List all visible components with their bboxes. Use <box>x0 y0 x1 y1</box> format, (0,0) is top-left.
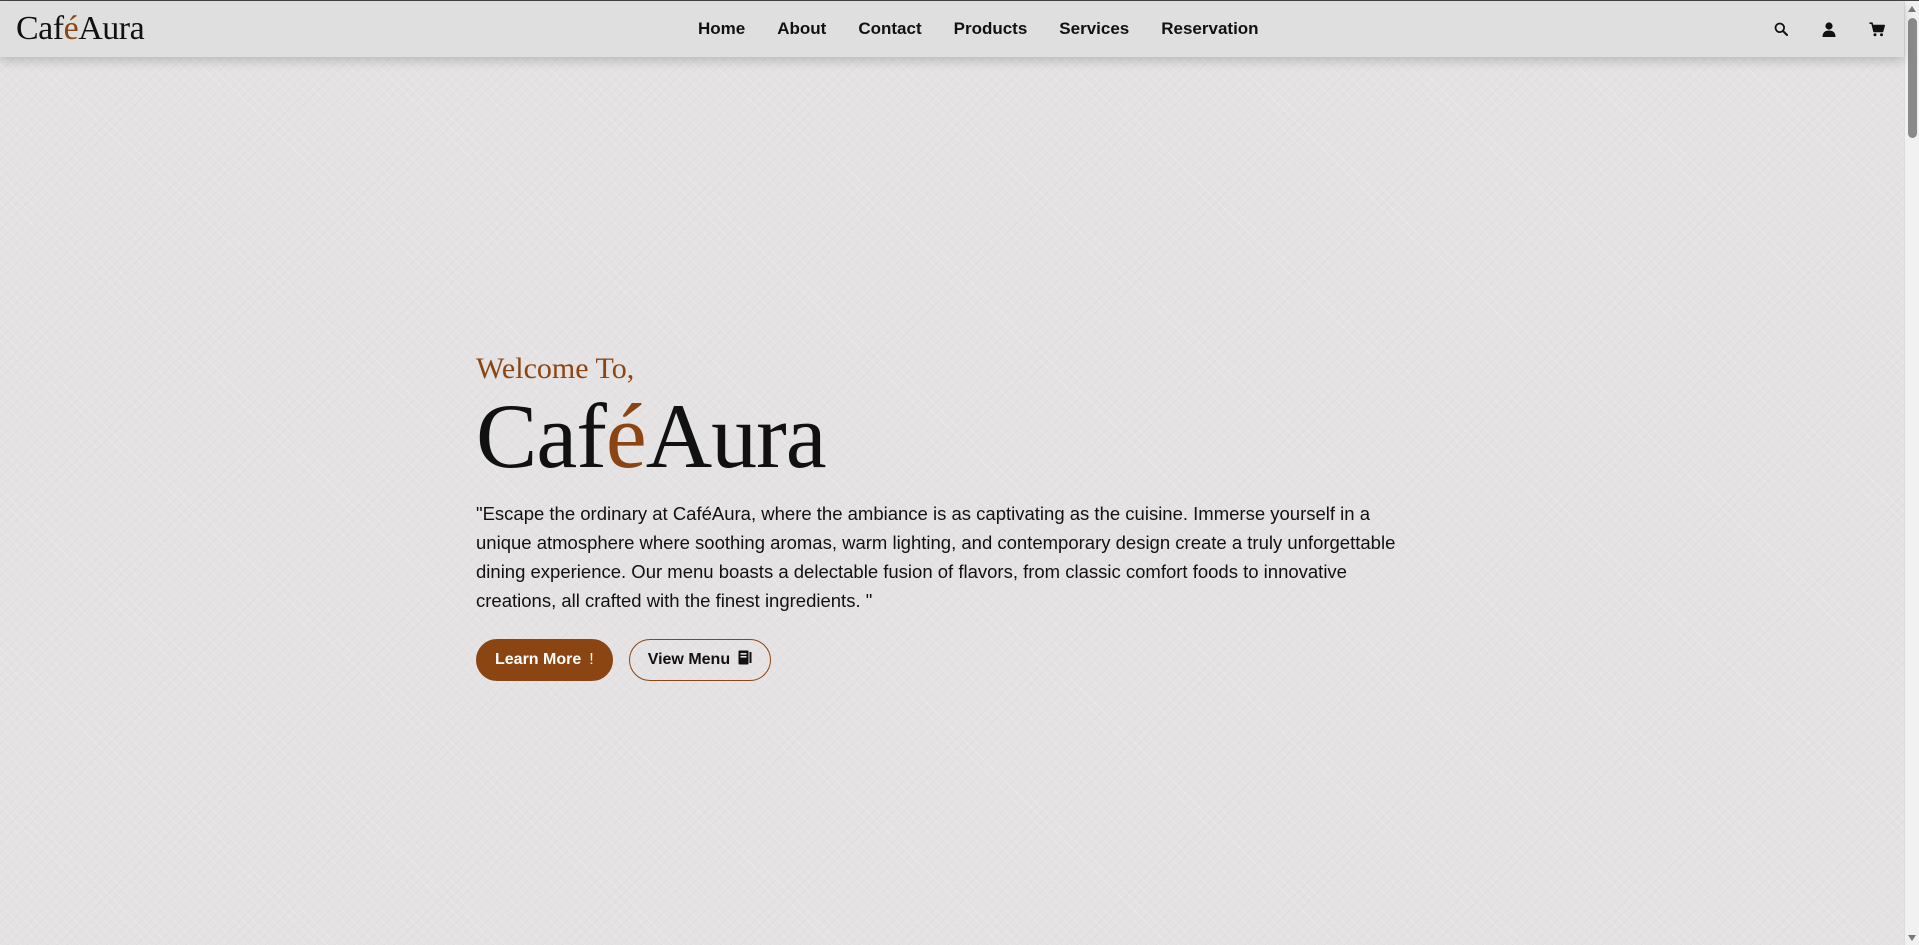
scroll-down-arrow-icon[interactable] <box>1908 935 1916 941</box>
hero-section: Welcome To, CaféAura "Escape the ordinar… <box>476 351 1436 681</box>
nav-services[interactable]: Services <box>1059 19 1129 39</box>
nav-about[interactable]: About <box>777 19 826 39</box>
nav-reservation[interactable]: Reservation <box>1161 19 1258 39</box>
view-menu-button[interactable]: View Menu <box>628 639 772 681</box>
hero-buttons: Learn More ! View Menu <box>476 639 1436 681</box>
learn-more-button[interactable]: Learn More ! <box>476 639 613 681</box>
hero-description: "Escape the ordinary at CaféAura, where … <box>476 503 1396 611</box>
site-logo[interactable]: CaféAura <box>16 9 145 49</box>
search-icon[interactable] <box>1772 20 1790 38</box>
page-scrollbar[interactable] <box>1904 1 1919 945</box>
scroll-thumb[interactable] <box>1908 18 1917 138</box>
cart-icon[interactable] <box>1868 20 1886 38</box>
hero-title: CaféAura <box>476 385 827 487</box>
nav-contact[interactable]: Contact <box>858 19 921 39</box>
nav-home[interactable]: Home <box>698 19 745 39</box>
nav-products[interactable]: Products <box>954 19 1028 39</box>
welcome-text: Welcome To, <box>476 352 635 385</box>
scroll-up-arrow-icon[interactable] <box>1908 6 1916 12</box>
user-icon[interactable] <box>1820 20 1838 38</box>
menu-book-icon <box>738 650 752 670</box>
site-header: CaféAura Home About Contact Products Ser… <box>0 1 1904 57</box>
header-icons <box>1772 1 1886 57</box>
exclamation-icon: ! <box>589 651 594 668</box>
main-nav: Home About Contact Products Services Res… <box>698 1 1259 57</box>
